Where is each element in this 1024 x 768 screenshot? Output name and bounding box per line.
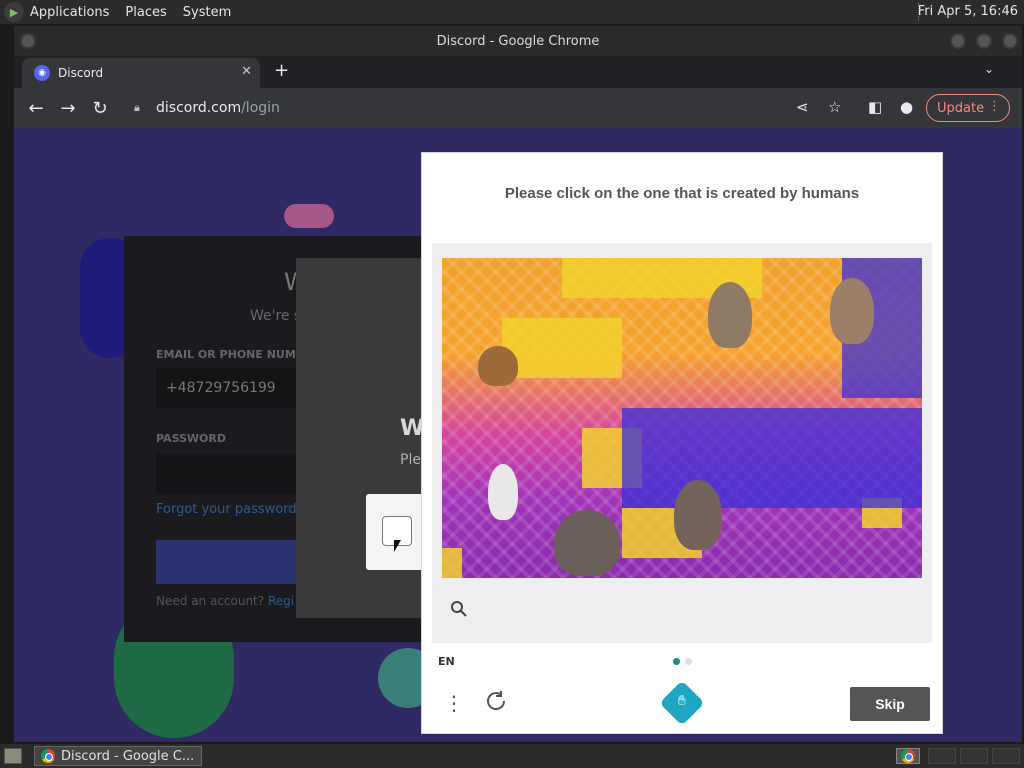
page-indicator-active [673, 658, 680, 665]
window-menu-button[interactable] [20, 33, 36, 49]
update-button[interactable]: Update ⋮ [926, 94, 1010, 122]
refresh-challenge-icon[interactable] [484, 689, 508, 713]
chrome-icon [901, 749, 915, 763]
url-path: /login [241, 100, 280, 116]
window-titlebar[interactable]: Discord - Google Chrome [14, 26, 1022, 56]
tab-close-icon[interactable]: ✕ [241, 64, 252, 79]
taskbar-item-label: Discord - Google C... [61, 748, 195, 764]
menu-places[interactable]: Places [125, 5, 166, 20]
hcaptcha-challenge: Please click on the one that is created … [421, 152, 943, 734]
show-desktop-icon[interactable] [4, 748, 22, 764]
workspace-4[interactable] [992, 748, 1020, 764]
image-region [622, 408, 922, 508]
more-options-icon[interactable]: ⋮ [988, 99, 1001, 114]
zoom-icon[interactable] [450, 600, 468, 618]
maximize-button[interactable] [976, 33, 992, 49]
bookmark-star-icon[interactable]: ☆ [828, 98, 841, 116]
discord-favicon-icon: ◉ [34, 65, 50, 81]
challenge-image[interactable] [442, 258, 922, 578]
snowman-figure [488, 464, 518, 520]
password-label: PASSWORD [156, 432, 227, 445]
share-icon[interactable]: ⋖ [796, 98, 809, 116]
back-arrow-icon[interactable]: ← [20, 98, 52, 119]
elephant-figure [674, 480, 722, 550]
login-subtitle: We're s [250, 308, 302, 324]
page-indicator [685, 658, 692, 665]
elephant-figure [554, 510, 620, 576]
rabbit-figure [830, 278, 874, 344]
workspace-chrome-icon[interactable] [896, 748, 920, 764]
mouse-cursor-icon [394, 540, 401, 552]
hcaptcha-hand-icon: ✋︎ [678, 693, 686, 709]
chrome-window: Discord - Google Chrome ◉ Discord ✕ + ⌄ … [14, 26, 1022, 742]
lock-icon[interactable]: 🔒︎ [134, 101, 148, 115]
tab-search-chevron-icon[interactable]: ⌄ [984, 62, 994, 76]
challenge-area [432, 243, 932, 643]
need-account-label: Need an account? [156, 594, 265, 608]
bottom-taskbar: Discord - Google C... [0, 744, 1024, 768]
sloth-figure [478, 346, 518, 386]
reload-icon[interactable]: ↻ [84, 98, 116, 119]
image-region [502, 318, 622, 378]
tab-strip: ◉ Discord ✕ + ⌄ [14, 56, 1022, 88]
language-selector[interactable]: EN [438, 655, 455, 668]
browser-toolbar: ← → ↻ 🔒︎ discord.com/login ⋖ ☆ ◧ ● Updat… [14, 88, 1022, 128]
workspace-2[interactable] [928, 748, 956, 764]
clock[interactable]: Fri Apr 5, 16:46 [918, 4, 1018, 19]
profile-avatar-icon[interactable]: ● [900, 98, 913, 116]
url-host: discord.com [156, 100, 242, 116]
modal-subtitle: Ple [400, 452, 421, 468]
system-top-panel: ▶ Applications Places System Fri Apr 5, … [0, 0, 1024, 24]
window-title: Discord - Google Chrome [436, 33, 600, 49]
menu-dots-icon[interactable]: ⋮ [444, 691, 464, 715]
challenge-prompt: Please click on the one that is created … [504, 185, 860, 202]
minimize-button[interactable] [950, 33, 966, 49]
image-region [442, 548, 462, 578]
menu-applications[interactable]: Applications [30, 5, 109, 20]
background-decoration [284, 204, 334, 228]
new-tab-icon[interactable]: + [274, 60, 289, 81]
taskbar-item-chrome[interactable]: Discord - Google C... [34, 746, 202, 766]
close-window-button[interactable] [1002, 33, 1018, 49]
rabbit-figure [708, 282, 752, 348]
need-account-text: Need an account? Regi [156, 594, 294, 608]
skip-button[interactable]: Skip [850, 687, 930, 721]
register-link[interactable]: Regi [268, 594, 294, 608]
menu-system[interactable]: System [183, 5, 231, 20]
tab-discord[interactable]: ◉ Discord ✕ [22, 58, 260, 88]
side-panel-icon[interactable]: ◧ [868, 98, 882, 116]
email-label: EMAIL OR PHONE NUMB [156, 348, 305, 361]
system-logo-icon[interactable]: ▶ [4, 2, 24, 22]
update-label: Update [937, 100, 985, 116]
workspace-3[interactable] [960, 748, 988, 764]
forward-arrow-icon[interactable]: → [52, 98, 84, 119]
tab-title: Discord [58, 66, 104, 80]
chrome-icon [41, 749, 55, 763]
forgot-password-link[interactable]: Forgot your password? [156, 502, 304, 517]
